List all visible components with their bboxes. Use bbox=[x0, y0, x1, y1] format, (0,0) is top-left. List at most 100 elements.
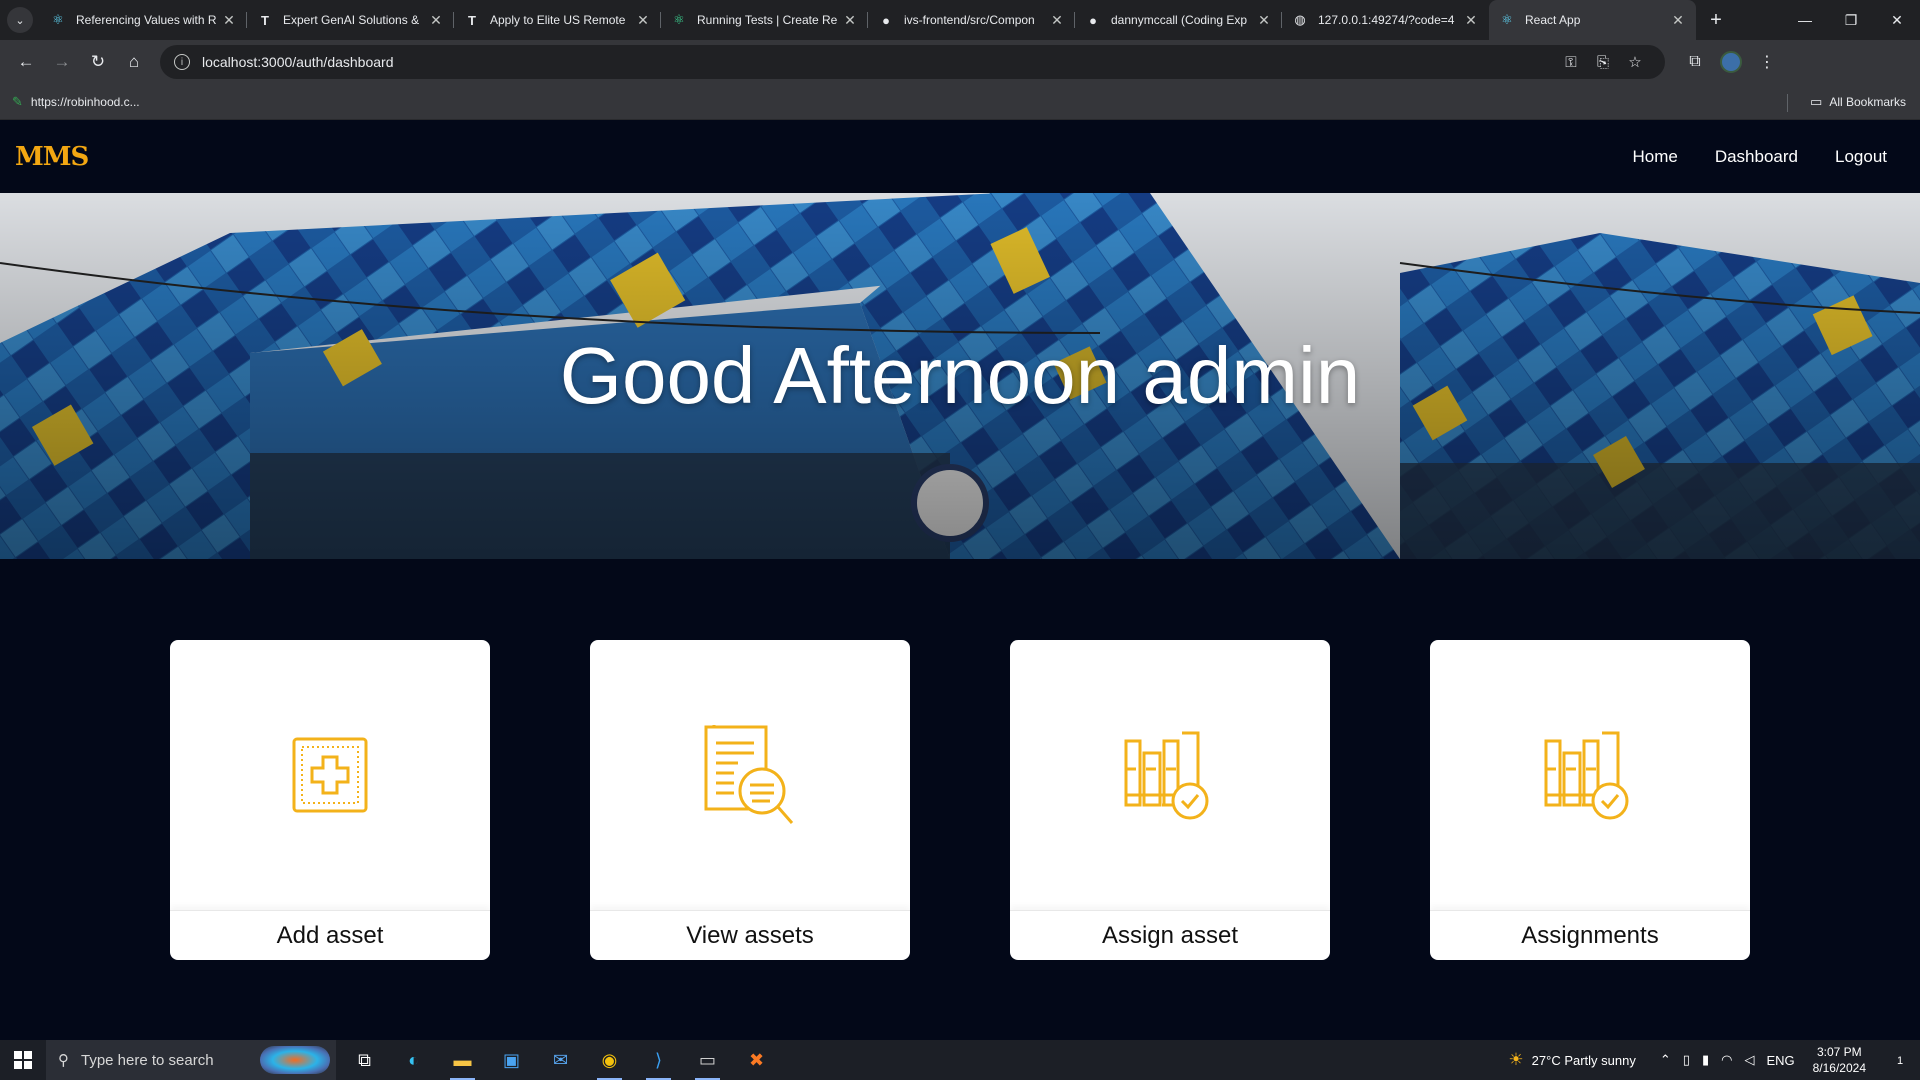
close-icon[interactable]: ✕ bbox=[1049, 12, 1065, 29]
start-button[interactable] bbox=[0, 1040, 46, 1080]
nav-links: Home Dashboard Logout bbox=[1595, 147, 1905, 167]
edge-icon[interactable]: ◐ bbox=[389, 1040, 438, 1080]
app-navbar: MMS Home Dashboard Logout bbox=[0, 121, 1920, 193]
greeting-title: Good Afternoon admin bbox=[559, 331, 1361, 420]
close-icon[interactable]: ✕ bbox=[1670, 12, 1686, 29]
tab-title: React App bbox=[1525, 13, 1581, 27]
search-placeholder: Type here to search bbox=[81, 1051, 214, 1069]
minimize-icon[interactable]: — bbox=[1782, 0, 1828, 40]
browser-tab-active[interactable]: ⚛ React App ✕ bbox=[1489, 0, 1696, 40]
github-icon: ● bbox=[1089, 12, 1097, 28]
close-icon[interactable]: ✕ bbox=[1463, 12, 1479, 29]
nav-dashboard-link[interactable]: Dashboard bbox=[1715, 147, 1798, 167]
language-indicator[interactable]: ENG bbox=[1766, 1053, 1794, 1068]
browser-tab[interactable]: T Expert GenAI Solutions & ✕ bbox=[247, 0, 454, 40]
notification-center-icon[interactable]: 1 bbox=[1880, 1051, 1920, 1069]
close-icon[interactable]: ✕ bbox=[842, 12, 858, 29]
card-icon-wrap bbox=[1010, 640, 1330, 910]
weather-text: 27°C Partly sunny bbox=[1531, 1052, 1636, 1068]
browser-tab-bar: ⌄ ⚛ Referencing Values with R ✕ T Expert… bbox=[0, 0, 1920, 40]
card-label: Add asset bbox=[170, 910, 490, 960]
search-icon: ⚲ bbox=[58, 1052, 69, 1069]
task-view-icon[interactable]: ⧉ bbox=[340, 1040, 389, 1080]
app-logo[interactable]: MMS bbox=[15, 142, 89, 172]
assignments-check-icon bbox=[1544, 731, 1629, 820]
install-icon[interactable]: ⎘ bbox=[1587, 54, 1619, 71]
forward-icon[interactable]: → bbox=[44, 44, 80, 80]
weather-widget[interactable]: ☀ 27°C Partly sunny bbox=[1508, 1050, 1635, 1070]
browser-tab[interactable]: T Apply to Elite US Remote ✕ bbox=[454, 0, 661, 40]
tab-title: Referencing Values with R bbox=[76, 13, 217, 27]
hero-banner: Good Afternoon admin bbox=[0, 193, 1920, 559]
browser-tab[interactable]: ◍ 127.0.0.1:49274/?code=4 ✕ bbox=[1282, 0, 1489, 40]
address-bar[interactable]: i localhost:3000/auth/dashboard ⚿ ⎘ ☆ bbox=[160, 45, 1665, 79]
signal-icon[interactable]: ▮ bbox=[1702, 1052, 1709, 1068]
close-window-icon[interactable]: ✕ bbox=[1874, 0, 1920, 40]
taskbar-search-box[interactable]: ⚲ Type here to search bbox=[46, 1040, 336, 1080]
close-icon[interactable]: ✕ bbox=[1256, 12, 1272, 29]
extensions-icon[interactable]: ⧉ bbox=[1677, 44, 1713, 80]
windows-taskbar: ⚲ Type here to search ⧉ ◐ ▬ ▣ ✉ ◉ ⟩ ▭ ✖ … bbox=[0, 1040, 1920, 1080]
back-icon[interactable]: ← bbox=[8, 44, 44, 80]
nav-logout-link[interactable]: Logout bbox=[1835, 147, 1887, 167]
assign-asset-card[interactable]: Assign asset bbox=[1010, 640, 1330, 960]
window-controls: — ❐ ✕ bbox=[1782, 0, 1920, 40]
card-icon-wrap bbox=[170, 640, 490, 910]
browser-tab[interactable]: ● dannymccall (Coding Exp ✕ bbox=[1075, 0, 1282, 40]
react-atom-icon: ⚛ bbox=[1501, 12, 1513, 27]
folder-icon: ▭ bbox=[1810, 94, 1823, 109]
key-icon[interactable]: ⚿ bbox=[1555, 54, 1587, 71]
file-explorer-icon[interactable]: ▬ bbox=[438, 1040, 487, 1080]
taskbar-clock[interactable]: 3:07 PM 8/16/2024 bbox=[1813, 1044, 1866, 1076]
browser-tab[interactable]: ● ivs-frontend/src/Compon ✕ bbox=[868, 0, 1075, 40]
bookmark-item[interactable]: ✎ https://robinhood.c... bbox=[12, 94, 140, 110]
assign-check-icon bbox=[1124, 731, 1209, 820]
taskbar-apps: ⧉ ◐ ▬ ▣ ✉ ◉ ⟩ ▭ ✖ bbox=[340, 1040, 781, 1080]
wifi-icon[interactable]: ◠ bbox=[1721, 1052, 1732, 1068]
t-logo-icon: T bbox=[261, 12, 269, 28]
chevron-up-icon[interactable]: ⌃ bbox=[1660, 1052, 1671, 1068]
menu-icon[interactable]: ⋮ bbox=[1749, 44, 1785, 80]
home-icon[interactable]: ⌂ bbox=[116, 44, 152, 80]
nav-home-link[interactable]: Home bbox=[1632, 147, 1677, 167]
store-icon[interactable]: ▣ bbox=[487, 1040, 536, 1080]
search-highlight-image bbox=[260, 1046, 330, 1074]
tab-title: Expert GenAI Solutions & bbox=[283, 13, 420, 27]
browser-tab[interactable]: ⚛ Referencing Values with R ✕ bbox=[40, 0, 247, 40]
dashboard-cards: Add asset View assets Assign asset Assig… bbox=[0, 559, 1920, 1039]
clock-time: 3:07 PM bbox=[1816, 1045, 1862, 1059]
react-atom-icon: ⚛ bbox=[52, 12, 64, 27]
star-icon[interactable]: ☆ bbox=[1619, 53, 1651, 71]
xampp-icon[interactable]: ✖ bbox=[732, 1040, 781, 1080]
new-tab-button[interactable]: + bbox=[1696, 0, 1736, 40]
close-icon[interactable]: ✕ bbox=[428, 12, 444, 29]
tab-search-button[interactable]: ⌄ bbox=[0, 0, 40, 40]
url-text[interactable]: localhost:3000/auth/dashboard bbox=[202, 54, 1555, 70]
all-bookmarks-label: All Bookmarks bbox=[1829, 95, 1906, 109]
add-asset-card[interactable]: Add asset bbox=[170, 640, 490, 960]
vscode-icon[interactable]: ⟩ bbox=[634, 1040, 683, 1080]
bookmarks-bar: ✎ https://robinhood.c... ▭ All Bookmarks bbox=[0, 84, 1920, 120]
card-icon-wrap bbox=[590, 640, 910, 910]
chrome-icon[interactable]: ◉ bbox=[585, 1040, 634, 1080]
reload-icon[interactable]: ↻ bbox=[80, 44, 116, 80]
browser-tab[interactable]: ⚛ Running Tests | Create Re ✕ bbox=[661, 0, 868, 40]
volume-icon[interactable]: ◁ bbox=[1744, 1052, 1754, 1068]
close-icon[interactable]: ✕ bbox=[221, 12, 237, 29]
feather-icon: ✎ bbox=[12, 93, 23, 109]
bookmark-label: https://robinhood.c... bbox=[30, 94, 140, 109]
terminal-icon[interactable]: ▭ bbox=[683, 1040, 732, 1080]
tab-title: Apply to Elite US Remote bbox=[490, 13, 626, 27]
restore-icon[interactable]: ❐ bbox=[1828, 0, 1874, 40]
all-bookmarks-button[interactable]: ▭ All Bookmarks bbox=[1810, 84, 1906, 120]
mail-icon[interactable]: ✉ bbox=[536, 1040, 585, 1080]
document-search-icon bbox=[704, 725, 794, 824]
assignments-card[interactable]: Assignments bbox=[1430, 640, 1750, 960]
view-assets-card[interactable]: View assets bbox=[590, 640, 910, 960]
clock-date: 8/16/2024 bbox=[1812, 1061, 1866, 1075]
profile-avatar[interactable] bbox=[1713, 44, 1749, 80]
site-info-icon[interactable]: i bbox=[174, 54, 190, 70]
battery-icon[interactable]: ▯ bbox=[1683, 1052, 1690, 1068]
partly-sunny-icon: ☀ bbox=[1508, 1050, 1524, 1069]
close-icon[interactable]: ✕ bbox=[635, 12, 651, 29]
